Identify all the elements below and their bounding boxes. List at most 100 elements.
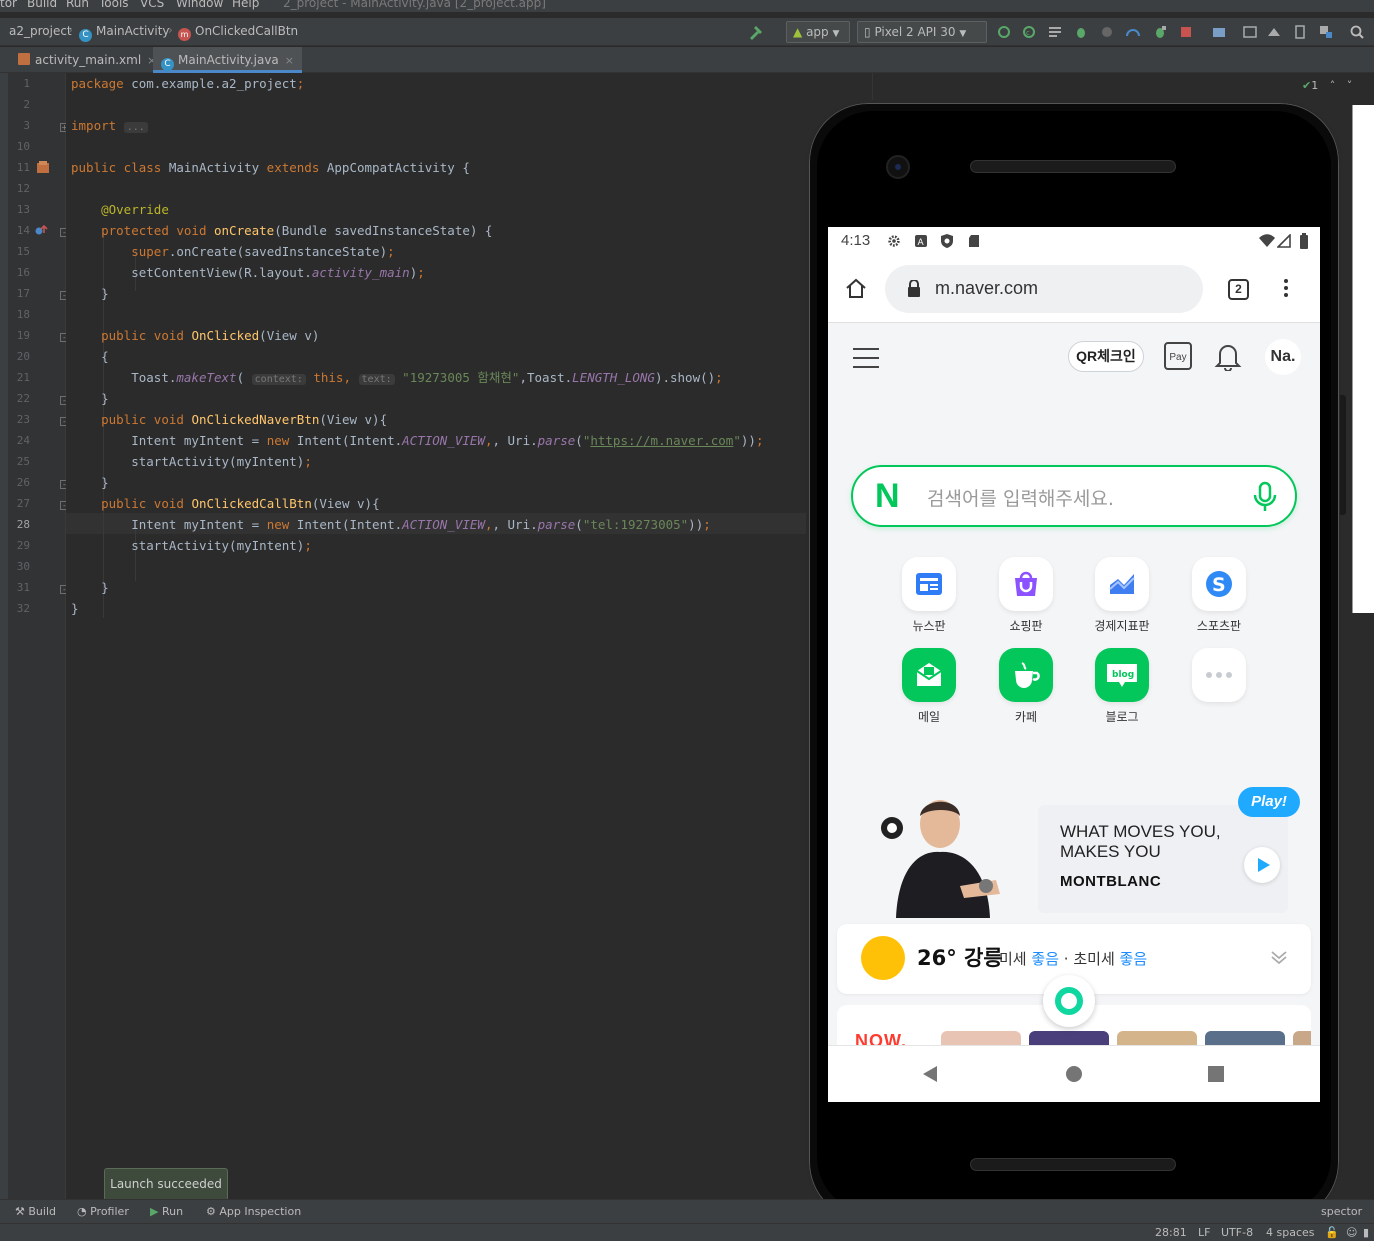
layout-inspector-icon[interactable] bbox=[1318, 24, 1334, 40]
tool-window-profiler[interactable]: ◔ Profiler bbox=[77, 1205, 129, 1218]
menu-item-run[interactable]: Run bbox=[66, 0, 89, 10]
stop-icon[interactable] bbox=[1178, 24, 1194, 40]
profiler-gauge-icon[interactable] bbox=[1125, 24, 1141, 40]
tool-window-build[interactable]: ⚒ Build bbox=[15, 1205, 56, 1218]
class-icon: C bbox=[79, 29, 92, 42]
smiley-icon[interactable]: ☺ bbox=[1346, 1226, 1357, 1239]
inspection-widget[interactable]: ✔1 ˄ ˅ bbox=[1302, 79, 1352, 92]
tool-window-run[interactable]: ▶ Run bbox=[150, 1205, 183, 1218]
breadcrumb-method[interactable]: m OnClickedCallBtn bbox=[178, 24, 298, 41]
sdk-manager-icon[interactable] bbox=[1266, 24, 1282, 40]
memory-indicator-icon[interactable]: ▮ bbox=[1363, 1226, 1369, 1239]
service-cafe[interactable]: 카페 bbox=[986, 648, 1066, 725]
code-token: Toast. bbox=[131, 370, 177, 385]
list-icon[interactable] bbox=[1047, 24, 1063, 40]
service-label: 뉴스판 bbox=[912, 619, 946, 633]
service-news[interactable]: 뉴스판 bbox=[889, 557, 969, 634]
tab-mainactivity-java[interactable]: C MainActivity.java × bbox=[153, 47, 302, 73]
menu-item-vcs[interactable]: VCS bbox=[140, 0, 164, 10]
folded-imports[interactable]: ... bbox=[123, 122, 148, 133]
home-icon[interactable] bbox=[845, 277, 867, 299]
tab-switcher-button[interactable]: 2 bbox=[1228, 279, 1249, 300]
line-number: 30 bbox=[16, 560, 30, 573]
now-thumbnail[interactable] bbox=[1205, 1031, 1285, 1045]
more-options-icon[interactable] bbox=[1284, 279, 1288, 300]
device-icon: ▯ bbox=[864, 25, 871, 39]
file-encoding[interactable]: UTF-8 bbox=[1221, 1226, 1253, 1239]
search-box[interactable]: N 검색어를 입력해주세요. bbox=[851, 465, 1297, 527]
service-blog[interactable]: blog 블로그 bbox=[1082, 648, 1162, 725]
back-icon[interactable] bbox=[920, 1064, 940, 1084]
service-shopping[interactable]: 쇼핑판 bbox=[986, 557, 1066, 634]
menu-item-build[interactable]: Build bbox=[27, 0, 57, 10]
menu-item-editor[interactable]: tor bbox=[0, 0, 17, 10]
code-line-24: Intent myIntent = new Intent(Intent.ACTI… bbox=[131, 433, 764, 448]
code-token: onCreate bbox=[214, 223, 275, 238]
menu-item-tools[interactable]: Tools bbox=[99, 0, 129, 10]
caret-position[interactable]: 28:81 bbox=[1155, 1226, 1187, 1239]
override-icon[interactable] bbox=[35, 224, 49, 236]
close-icon[interactable]: × bbox=[285, 54, 294, 67]
chevron-up-icon[interactable]: ˄ bbox=[1330, 79, 1336, 92]
apply-code-changes-icon[interactable]: c bbox=[1021, 24, 1037, 40]
tool-window-app-inspection[interactable]: ⚙ App Inspection bbox=[206, 1205, 301, 1218]
tool-window-layout-inspector[interactable]: spector bbox=[1321, 1205, 1362, 1218]
home-circle-icon[interactable] bbox=[1064, 1064, 1084, 1084]
device-manager-icon[interactable] bbox=[1242, 24, 1258, 40]
code-token: import bbox=[71, 118, 117, 133]
menu-item-help[interactable]: Help bbox=[232, 0, 259, 10]
now-thumbnail[interactable] bbox=[941, 1031, 1021, 1045]
chevron-down-icon[interactable]: ˅ bbox=[1347, 79, 1353, 92]
sync-icon[interactable] bbox=[1211, 24, 1227, 40]
service-mail[interactable]: 메일 bbox=[889, 648, 969, 725]
debug-icon[interactable] bbox=[1073, 24, 1089, 40]
code-token: LENGTH_LONG bbox=[572, 370, 655, 385]
green-dot-button[interactable] bbox=[1043, 975, 1095, 1027]
service-sports[interactable]: S 스포츠판 bbox=[1179, 557, 1259, 634]
code-token: )) bbox=[740, 433, 756, 448]
service-economy[interactable]: 경제지표판 bbox=[1082, 557, 1162, 634]
breadcrumb-class[interactable]: C MainActivity bbox=[79, 24, 170, 42]
line-separator[interactable]: LF bbox=[1198, 1226, 1210, 1239]
code-token: OnClicked bbox=[191, 328, 260, 343]
volume-button[interactable] bbox=[1340, 395, 1346, 515]
indent-setting[interactable]: 4 spaces bbox=[1266, 1226, 1315, 1239]
play-badge[interactable]: Play! bbox=[1238, 787, 1300, 817]
line-number: 31 bbox=[16, 581, 30, 594]
bell-icon[interactable] bbox=[1214, 341, 1242, 371]
recents-icon[interactable] bbox=[1206, 1064, 1226, 1084]
avd-manager-icon[interactable] bbox=[1292, 24, 1308, 40]
run-config-select[interactable]: ▲ app ▼ bbox=[786, 21, 850, 43]
chevron-down-icon[interactable] bbox=[1270, 948, 1288, 966]
ad-banner[interactable]: WHAT MOVES YOU, MAKES YOU MONTBLANC Play! bbox=[848, 787, 1300, 918]
service-more[interactable] bbox=[1179, 648, 1259, 702]
profile-avatar[interactable]: Na. bbox=[1265, 339, 1301, 375]
parameter-hint: context: bbox=[251, 374, 306, 385]
now-thumbnail[interactable] bbox=[1293, 1031, 1311, 1045]
code-line-11: public class MainActivity extends AppCom… bbox=[71, 157, 470, 178]
url-bar[interactable]: m.naver.com bbox=[885, 265, 1203, 313]
emulator-screen[interactable]: 4:13 A m.naver.com 2 QR체크인 Pay Na. N 검색어… bbox=[828, 227, 1320, 1102]
tab-activity-main-xml[interactable]: activity_main.xml × bbox=[10, 47, 164, 73]
profile-icon[interactable] bbox=[1099, 24, 1115, 40]
pay-button[interactable]: Pay bbox=[1164, 342, 1192, 370]
apply-changes-restart-icon[interactable] bbox=[996, 24, 1012, 40]
play-button[interactable] bbox=[1244, 847, 1280, 883]
now-thumbnail[interactable] bbox=[1117, 1031, 1197, 1045]
search-icon[interactable] bbox=[1349, 24, 1365, 40]
attach-debugger-icon[interactable] bbox=[1152, 24, 1168, 40]
lock-icon[interactable]: 🔓 bbox=[1325, 1226, 1339, 1239]
hamburger-menu-icon[interactable] bbox=[852, 347, 880, 369]
code-token: parse bbox=[537, 433, 576, 448]
device-select[interactable]: ▯ Pixel 2 API 30 ▼ bbox=[857, 21, 987, 43]
hammer-icon[interactable] bbox=[748, 24, 764, 40]
activity-layout-icon[interactable] bbox=[36, 160, 50, 174]
menu-item-window[interactable]: Window bbox=[176, 0, 223, 10]
now-thumbnail[interactable] bbox=[1029, 1031, 1109, 1045]
service-label: 스포츠판 bbox=[1196, 619, 1242, 633]
code-url-link[interactable]: https://m.naver.com bbox=[590, 433, 733, 448]
qr-checkin-button[interactable]: QR체크인 bbox=[1068, 341, 1144, 372]
microphone-icon[interactable] bbox=[1252, 481, 1278, 513]
code-editor[interactable]: package com.example.a2_project; import .… bbox=[66, 73, 806, 1199]
breadcrumb-project[interactable]: a2_project bbox=[9, 24, 72, 38]
